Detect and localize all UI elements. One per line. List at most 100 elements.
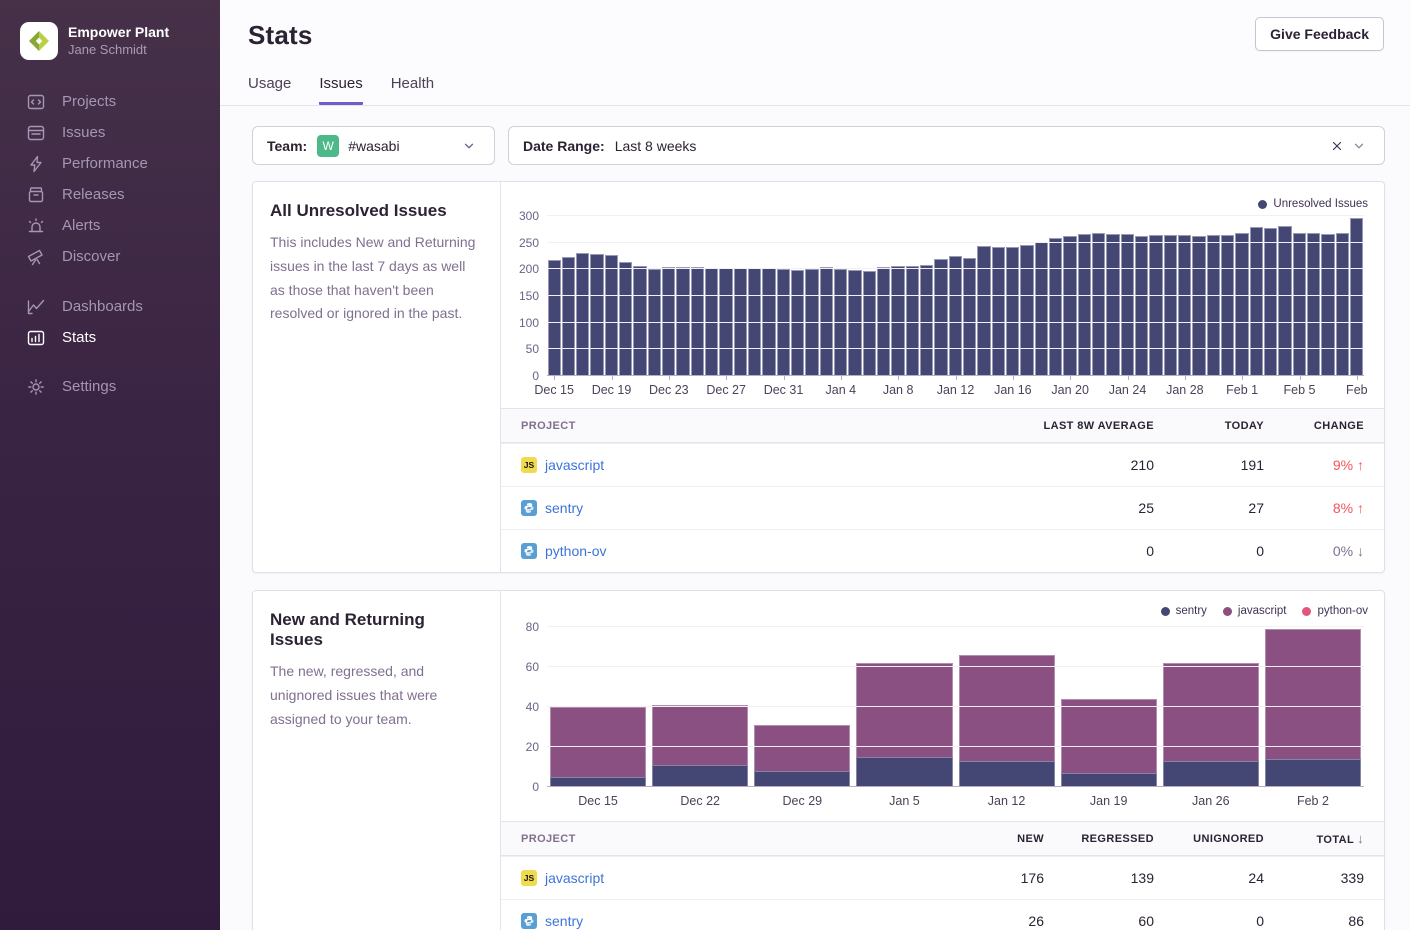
project-link-python-ov[interactable]: python-ov <box>545 543 606 559</box>
chart-bar <box>1250 227 1263 376</box>
x-axis-tick: Jan 28 <box>1166 383 1204 397</box>
team-select[interactable]: Team: W #wasabi <box>252 126 495 165</box>
give-feedback-button[interactable]: Give Feedback <box>1255 17 1384 51</box>
stats-icon <box>26 328 46 348</box>
sidebar-item-alerts[interactable]: Alerts <box>0 210 220 241</box>
chart-bar <box>562 257 575 376</box>
chart-bar <box>1235 233 1248 376</box>
table-row: python-ov000% ↓ <box>501 529 1384 572</box>
chart-bar <box>949 256 962 376</box>
project-link-javascript[interactable]: javascript <box>545 870 604 886</box>
table-cell-value: 339 <box>1264 870 1364 886</box>
column-header-total[interactable]: TOTAL↓ <box>1264 831 1364 846</box>
nav-footer: Settings <box>0 371 220 402</box>
x-axis-tick: Dec 15 <box>547 787 649 813</box>
date-range-value: Last 8 weeks <box>615 138 697 154</box>
sidebar-item-issues[interactable]: Issues <box>0 117 220 148</box>
legend-label: javascript <box>1238 605 1287 617</box>
legend-item-javascript[interactable]: javascript <box>1223 605 1287 617</box>
team-select-label: Team: <box>267 138 307 154</box>
y-axis-tick: 0 <box>532 369 539 383</box>
project-link-sentry[interactable]: sentry <box>545 913 583 929</box>
sidebar-item-discover[interactable]: Discover <box>0 241 220 272</box>
sidebar-item-performance[interactable]: Performance <box>0 148 220 179</box>
stacked-bar-chart-plot <box>547 627 1364 787</box>
chart-bar <box>1063 236 1076 376</box>
org-user-name: Jane Schmidt <box>68 42 169 58</box>
chart-bar <box>1106 234 1119 376</box>
column-header-project: PROJECT <box>521 420 1004 432</box>
table-header-row: PROJECTNEWREGRESSEDUNIGNOREDTOTAL↓ <box>501 821 1384 856</box>
x-axis-tick: Feb <box>1346 383 1368 397</box>
stack-segment-javascript <box>856 663 952 757</box>
unresolved-issues-chart: Unresolved Issues 050100150200250300 Dec… <box>501 182 1384 400</box>
team-select-value: #wasabi <box>348 138 399 154</box>
y-axis-tick: 250 <box>519 236 539 250</box>
stack-segment-javascript <box>754 725 850 771</box>
javascript-icon: JS <box>521 457 537 473</box>
sidebar: Empower Plant Jane Schmidt ProjectsIssue… <box>0 0 220 930</box>
legend-item-sentry[interactable]: sentry <box>1161 605 1207 617</box>
x-axis-tick: Dec 15 <box>534 383 574 397</box>
panel-description: This includes New and Returning issues i… <box>270 231 482 326</box>
table-row: JSjavascript17613924339 <box>501 856 1384 899</box>
stack-segment-javascript <box>550 707 646 777</box>
column-header-new: NEW <box>934 833 1044 845</box>
y-axis-tick: 50 <box>526 342 539 356</box>
sidebar-item-releases[interactable]: Releases <box>0 179 220 210</box>
sidebar-item-settings[interactable]: Settings <box>0 371 220 402</box>
column-header-unignored: UNIGNORED <box>1154 833 1264 845</box>
tab-bar: Usage Issues Health <box>248 75 1382 105</box>
chart-bar <box>963 258 976 376</box>
org-switcher[interactable]: Empower Plant Jane Schmidt <box>0 22 220 60</box>
legend-item-unresolved-issues[interactable]: Unresolved Issues <box>1258 198 1368 210</box>
page-title: Stats <box>248 20 1382 51</box>
javascript-icon: JS <box>521 870 537 886</box>
page-header: Stats Give Feedback Usage Issues Health <box>220 0 1410 106</box>
new-returning-issues-table: PROJECTNEWREGRESSEDUNIGNOREDTOTAL↓ JS java… <box>501 821 1384 930</box>
tab-usage[interactable]: Usage <box>248 75 291 105</box>
legend-dot <box>1302 607 1311 616</box>
chart-bar <box>1049 238 1062 376</box>
chart-bar <box>1149 235 1162 376</box>
content: Team: W #wasabi Date Range: Last 8 weeks <box>220 106 1410 930</box>
chart-bar <box>590 254 603 376</box>
releases-icon <box>26 185 46 205</box>
chart-bar <box>1278 226 1291 376</box>
panel-description: The new, regressed, and unignored issues… <box>270 660 482 731</box>
x-axis-tick: Jan 26 <box>1160 787 1262 813</box>
stack-segment-sentry <box>1265 759 1361 787</box>
legend-item-python-ov[interactable]: python-ov <box>1302 605 1368 617</box>
sidebar-item-projects[interactable]: Projects <box>0 86 220 117</box>
performance-icon <box>26 154 46 174</box>
table-cell-value: 25 <box>1004 500 1154 516</box>
chart-legend: Unresolved Issues <box>1258 198 1368 210</box>
y-axis-tick: 20 <box>526 740 539 754</box>
sidebar-item-label: Alerts <box>62 217 100 234</box>
table-header-row: PROJECTLAST 8W AVERAGETODAYCHANGE <box>501 408 1384 443</box>
main-area: Stats Give Feedback Usage Issues Health … <box>220 0 1410 930</box>
stacked-bar-jan-26 <box>1163 663 1259 787</box>
tab-issues[interactable]: Issues <box>319 75 362 105</box>
y-axis-tick: 300 <box>519 209 539 223</box>
chart-bar <box>1092 233 1105 376</box>
table-cell-value: 26 <box>934 913 1044 929</box>
chart-bar <box>619 262 632 376</box>
project-link-javascript[interactable]: javascript <box>545 457 604 473</box>
x-axis-tick: Jan 12 <box>937 383 975 397</box>
date-range-select[interactable]: Date Range: Last 8 weeks <box>508 126 1385 165</box>
sidebar-item-dashboards[interactable]: Dashboards <box>0 291 220 322</box>
table-cell-value: 210 <box>1004 457 1154 473</box>
sidebar-item-label: Settings <box>62 378 116 395</box>
column-header-regressed: REGRESSED <box>1044 833 1154 845</box>
tab-health[interactable]: Health <box>391 75 434 105</box>
project-link-sentry[interactable]: sentry <box>545 500 583 516</box>
stacked-bar-jan-19 <box>1061 699 1157 787</box>
x-axis-tick: Jan 5 <box>853 787 955 813</box>
dashboards-icon <box>26 297 46 317</box>
clear-filter-icon[interactable] <box>1326 135 1348 157</box>
sidebar-item-stats[interactable]: Stats <box>0 322 220 353</box>
chart-bar <box>1135 236 1148 376</box>
column-header-today: TODAY <box>1154 420 1264 432</box>
chart-bar <box>1121 234 1134 376</box>
